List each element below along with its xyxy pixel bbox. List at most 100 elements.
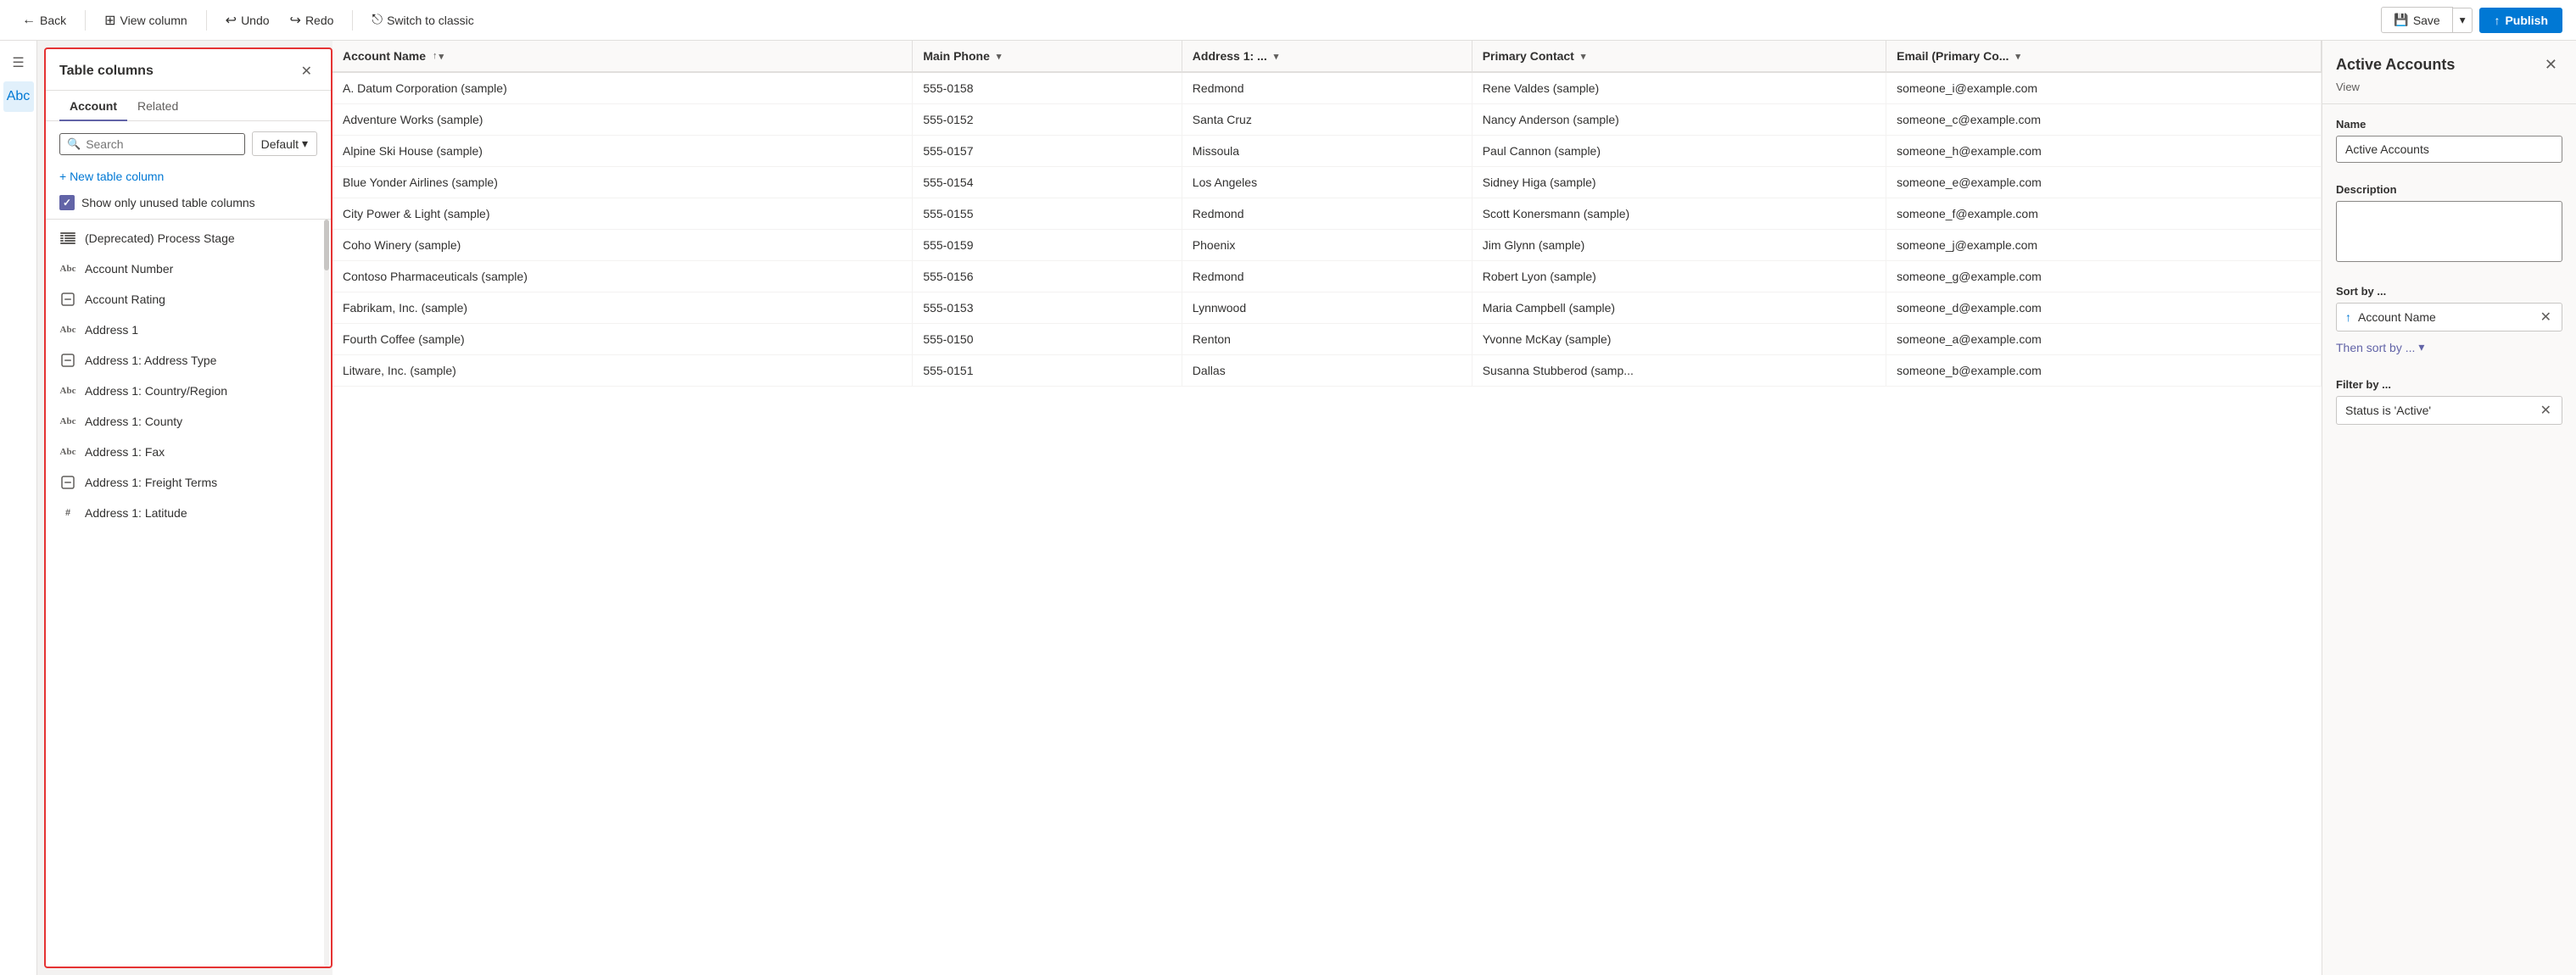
publish-button[interactable]: ↑ Publish xyxy=(2479,8,2562,33)
column-list-item[interactable]: Abc Address 1: County xyxy=(46,406,331,437)
toolbar-divider-3 xyxy=(352,10,353,31)
then-sort-label: Then sort by ... xyxy=(2336,341,2415,354)
cell-account: City Power & Light (sample) xyxy=(332,198,913,230)
undo-icon: ↩ xyxy=(226,12,237,29)
show-unused-label[interactable]: Show only unused table columns xyxy=(81,196,255,209)
filter-icon: ▾ xyxy=(1274,51,1279,62)
table-row[interactable]: Contoso Pharmaceuticals (sample) 555-015… xyxy=(332,261,2322,292)
table-row[interactable]: Blue Yonder Airlines (sample) 555-0154 L… xyxy=(332,167,2322,198)
cell-address: Santa Cruz xyxy=(1182,104,1472,136)
default-dropdown-label: Default xyxy=(261,137,299,151)
table-row[interactable]: Adventure Works (sample) 555-0152 Santa … xyxy=(332,104,2322,136)
column-list-item[interactable]: Abc Address 1: Fax xyxy=(46,437,331,467)
th-primary-contact[interactable]: Primary Contact ▾ xyxy=(1472,41,1886,72)
new-table-column-button[interactable]: + New table column xyxy=(46,163,331,190)
save-icon: 💾 xyxy=(2394,13,2408,27)
tab-account[interactable]: Account xyxy=(59,91,127,121)
switch-classic-button[interactable]: ⎋ Switch to classic xyxy=(363,9,482,31)
back-icon: ← xyxy=(22,13,36,28)
table-row[interactable]: City Power & Light (sample) 555-0155 Red… xyxy=(332,198,2322,230)
column-list-item-label: Address 1: County xyxy=(85,415,182,428)
column-list-item[interactable]: Abc Address 1: Country/Region xyxy=(46,376,331,406)
table-row[interactable]: A. Datum Corporation (sample) 555-0158 R… xyxy=(332,72,2322,104)
column-list-item-label: Account Number xyxy=(85,262,173,276)
table-header: Account Name ↑ ▾ Main Phone xyxy=(332,41,2322,72)
column-list-item[interactable]: Address 1: Freight Terms xyxy=(46,467,331,498)
view-column-icon: ⊞ xyxy=(104,12,115,29)
column-type-icon xyxy=(59,352,76,369)
table-row[interactable]: Fabrikam, Inc. (sample) 555-0153 Lynnwoo… xyxy=(332,292,2322,324)
column-list-item[interactable]: (Deprecated) Process Stage xyxy=(46,223,331,254)
column-list-item[interactable]: Address 1: Address Type xyxy=(46,345,331,376)
right-panel-close-button[interactable]: ✕ xyxy=(2540,54,2562,75)
sort-item-remove-button[interactable]: ✕ xyxy=(2539,309,2553,326)
show-unused-checkbox[interactable]: ✓ xyxy=(59,195,75,210)
cell-account: Adventure Works (sample) xyxy=(332,104,913,136)
default-dropdown-button[interactable]: Default ▾ xyxy=(252,131,317,156)
table-row[interactable]: Coho Winery (sample) 555-0159 Phoenix Ji… xyxy=(332,230,2322,261)
fields-button[interactable]: Abc xyxy=(3,81,34,112)
undo-label: Undo xyxy=(241,14,269,27)
search-input[interactable] xyxy=(86,137,237,151)
column-list-item[interactable]: Abc Address 1 xyxy=(46,315,331,345)
back-button[interactable]: ← Back xyxy=(14,9,75,31)
sort-asc-icon: ↑ xyxy=(433,51,438,61)
column-type-icon: Abc xyxy=(59,260,76,277)
cell-contact: Maria Campbell (sample) xyxy=(1472,292,1886,324)
table-row[interactable]: Alpine Ski House (sample) 555-0157 Misso… xyxy=(332,136,2322,167)
save-label: Save xyxy=(2413,14,2440,27)
show-unused-row: ✓ Show only unused table columns xyxy=(46,190,331,220)
publish-icon: ↑ xyxy=(2494,14,2500,27)
table-row[interactable]: Litware, Inc. (sample) 555-0151 Dallas S… xyxy=(332,355,2322,387)
cell-contact: Robert Lyon (sample) xyxy=(1472,261,1886,292)
scrollbar-thumb[interactable] xyxy=(324,220,329,270)
th-email[interactable]: Email (Primary Co... ▾ xyxy=(1886,41,2322,72)
column-list-item[interactable]: Abc Account Number xyxy=(46,254,331,284)
save-button[interactable]: 💾 Save xyxy=(2381,7,2452,33)
th-main-phone[interactable]: Main Phone ▾ xyxy=(913,41,1182,72)
th-address[interactable]: Address 1: ... ▾ xyxy=(1182,41,1472,72)
cell-email: someone_i@example.com xyxy=(1886,72,2322,104)
name-input[interactable] xyxy=(2336,136,2562,163)
column-type-icon: Abc xyxy=(59,382,76,399)
icon-bar: ☰ Abc xyxy=(0,41,37,975)
cell-email: someone_j@example.com xyxy=(1886,230,2322,261)
cell-phone: 555-0155 xyxy=(913,198,1182,230)
hamburger-menu-button[interactable]: ☰ xyxy=(3,47,34,78)
checkmark-icon: ✓ xyxy=(63,197,71,209)
switch-classic-label: Switch to classic xyxy=(387,14,474,27)
redo-button[interactable]: ↪ Redo xyxy=(282,8,343,32)
save-dropdown-button[interactable]: ▾ xyxy=(2453,8,2473,33)
toolbar-divider-1 xyxy=(85,10,86,31)
column-list-item-label: Address 1: Latitude xyxy=(85,506,187,520)
panel-close-button[interactable]: ✕ xyxy=(296,61,317,81)
column-list-item-label: Address 1: Fax xyxy=(85,445,165,459)
undo-button[interactable]: ↩ Undo xyxy=(217,8,278,32)
cell-phone: 555-0156 xyxy=(913,261,1182,292)
data-table: Account Name ↑ ▾ Main Phone xyxy=(332,41,2322,387)
right-panel-header: Active Accounts ✕ xyxy=(2322,41,2576,79)
table-row[interactable]: Fourth Coffee (sample) 555-0150 Renton Y… xyxy=(332,324,2322,355)
column-list-item-label: Address 1 xyxy=(85,323,138,337)
then-sort-button[interactable]: Then sort by ... ▾ xyxy=(2336,337,2424,358)
cell-account: Blue Yonder Airlines (sample) xyxy=(332,167,913,198)
cell-phone: 555-0153 xyxy=(913,292,1182,324)
tab-related[interactable]: Related xyxy=(127,91,188,121)
cell-email: someone_a@example.com xyxy=(1886,324,2322,355)
column-list-item[interactable]: Account Rating xyxy=(46,284,331,315)
column-list-item-label: (Deprecated) Process Stage xyxy=(85,231,235,245)
filter-item-remove-button[interactable]: ✕ xyxy=(2539,402,2553,419)
scrollbar-track xyxy=(324,220,329,967)
column-list-item[interactable]: # Address 1: Latitude xyxy=(46,498,331,528)
column-list-item-label: Address 1: Freight Terms xyxy=(85,476,217,489)
filter-icon: ▾ xyxy=(1581,51,1586,62)
toolbar-divider-2 xyxy=(206,10,207,31)
view-column-button[interactable]: ⊞ View column xyxy=(96,8,196,32)
tab-account-label: Account xyxy=(70,99,117,113)
description-textarea[interactable] xyxy=(2336,201,2562,262)
panel-header: Table columns ✕ xyxy=(46,49,331,91)
filter-section-label: Filter by ... xyxy=(2336,378,2562,391)
column-list-item-label: Address 1: Address Type xyxy=(85,354,216,367)
th-account-name[interactable]: Account Name ↑ ▾ xyxy=(332,41,913,72)
cell-address: Missoula xyxy=(1182,136,1472,167)
